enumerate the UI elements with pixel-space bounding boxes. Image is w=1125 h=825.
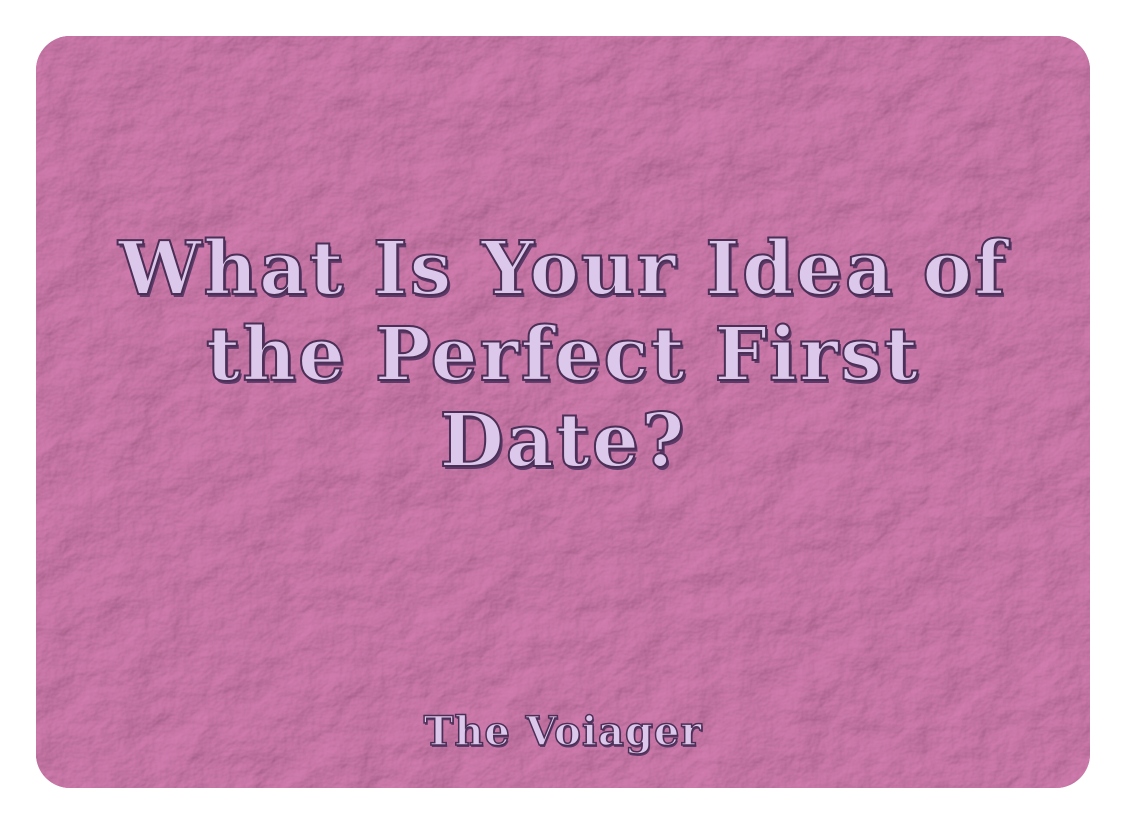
card-title: What Is Your Idea of the Perfect First D… bbox=[117, 225, 1008, 485]
brand-name: The Voiager bbox=[423, 707, 703, 756]
pink-crumpled-card: What Is Your Idea of the Perfect First D… bbox=[36, 36, 1090, 788]
